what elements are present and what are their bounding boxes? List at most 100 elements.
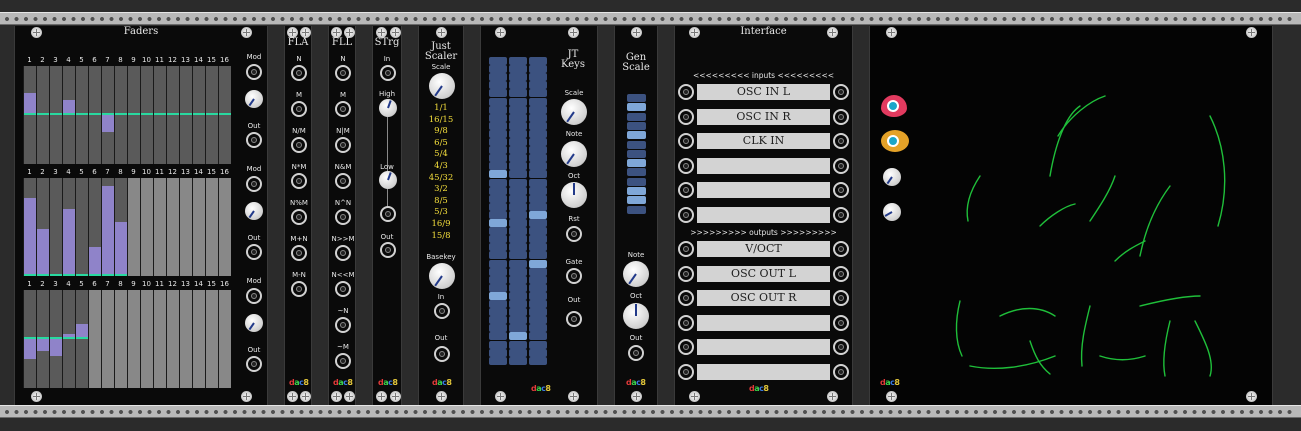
note-cell[interactable] xyxy=(489,227,507,236)
fader-bar[interactable] xyxy=(127,290,140,388)
note-cell[interactable] xyxy=(489,65,507,74)
fader-bar[interactable] xyxy=(101,66,114,164)
fader-bar[interactable] xyxy=(88,66,101,164)
mod-jack[interactable] xyxy=(246,288,262,304)
note-cell[interactable] xyxy=(509,202,527,211)
fader-bar[interactable] xyxy=(179,66,192,164)
fll-jack[interactable] xyxy=(335,353,351,369)
note-knob[interactable] xyxy=(623,261,649,287)
high-knob[interactable] xyxy=(379,99,397,117)
fader-bar[interactable] xyxy=(49,178,62,276)
note-cell[interactable] xyxy=(529,81,547,90)
note-cell[interactable] xyxy=(529,146,547,155)
note-cell[interactable] xyxy=(489,316,507,325)
fll-jack[interactable] xyxy=(335,281,351,297)
out-jack[interactable] xyxy=(246,132,262,148)
scale-cell[interactable] xyxy=(627,177,646,186)
inputs-left-jack[interactable] xyxy=(678,108,694,125)
note-cell[interactable] xyxy=(489,340,507,349)
note-cell[interactable] xyxy=(529,227,547,236)
reset-jack[interactable] xyxy=(566,226,582,242)
fader-bar[interactable] xyxy=(166,66,179,164)
note-cell[interactable] xyxy=(529,340,547,349)
fader-bar[interactable] xyxy=(140,66,153,164)
note-cell[interactable] xyxy=(509,340,527,349)
note-cell[interactable] xyxy=(489,210,507,219)
note-cell[interactable] xyxy=(489,73,507,82)
fader-bar[interactable] xyxy=(166,290,179,388)
note-cell[interactable] xyxy=(529,194,547,203)
out-jack[interactable] xyxy=(246,244,262,260)
note-cell[interactable] xyxy=(529,235,547,244)
note-cell[interactable] xyxy=(489,154,507,163)
fader-bar[interactable] xyxy=(23,178,36,276)
note-cell[interactable] xyxy=(489,324,507,333)
fader-bar[interactable] xyxy=(75,66,88,164)
gate-jack[interactable] xyxy=(566,268,582,284)
note-cell[interactable] xyxy=(529,356,547,365)
note-cell[interactable] xyxy=(529,251,547,260)
trigger-jack[interactable] xyxy=(380,206,396,222)
note-cell[interactable] xyxy=(529,186,547,195)
note-cell[interactable] xyxy=(489,81,507,90)
inputs-left-jack[interactable] xyxy=(678,157,694,174)
mod-knob[interactable] xyxy=(245,314,263,332)
note-cell[interactable] xyxy=(489,186,507,195)
note-cell[interactable] xyxy=(509,105,527,114)
fader-bar[interactable] xyxy=(101,178,114,276)
fader-bar[interactable] xyxy=(153,290,166,388)
note-cell[interactable] xyxy=(509,316,527,325)
note-cell[interactable] xyxy=(529,97,547,106)
outputs-right-jack[interactable] xyxy=(833,314,849,331)
scale-cell[interactable] xyxy=(627,187,646,195)
note-cell[interactable] xyxy=(529,332,547,341)
in-jack[interactable] xyxy=(380,65,396,81)
out-jack[interactable] xyxy=(434,346,450,362)
outputs-left-jack[interactable] xyxy=(678,241,694,257)
note-cell[interactable] xyxy=(509,251,527,260)
note-cell[interactable] xyxy=(509,162,527,171)
fader-bar[interactable] xyxy=(49,290,62,388)
small-knob[interactable] xyxy=(883,168,901,186)
fader-bar[interactable] xyxy=(36,66,49,164)
scale-cell[interactable] xyxy=(627,103,646,112)
fll-jack[interactable] xyxy=(335,209,351,225)
fll-jack[interactable] xyxy=(335,137,351,153)
fader-bar[interactable] xyxy=(62,290,75,388)
note-cell[interactable] xyxy=(529,202,547,211)
fll-jack[interactable] xyxy=(335,317,351,333)
note-cell[interactable] xyxy=(509,73,527,82)
note-cell[interactable] xyxy=(489,283,507,292)
fader-bar[interactable] xyxy=(75,178,88,276)
inputs-right-jack[interactable] xyxy=(833,157,849,174)
note-cell[interactable] xyxy=(489,300,507,308)
note-cell[interactable] xyxy=(489,275,507,284)
note-cell[interactable] xyxy=(489,219,507,227)
note-cell[interactable] xyxy=(509,89,527,98)
fader-bar[interactable] xyxy=(205,66,218,164)
fader-bar[interactable] xyxy=(140,178,153,276)
fader-bar[interactable] xyxy=(62,66,75,164)
scale-cell[interactable] xyxy=(627,112,646,121)
scale-cell[interactable] xyxy=(627,205,646,214)
note-cell[interactable] xyxy=(529,348,547,357)
note-cell[interactable] xyxy=(509,81,527,90)
note-cell[interactable] xyxy=(529,210,547,219)
low-knob[interactable] xyxy=(379,171,397,189)
note-cell[interactable] xyxy=(489,162,507,171)
note-cell[interactable] xyxy=(529,121,547,130)
note-cell[interactable] xyxy=(489,259,507,268)
fader-bar[interactable] xyxy=(179,290,192,388)
inputs-right-jack[interactable] xyxy=(833,133,849,149)
note-cell[interactable] xyxy=(529,275,547,284)
fader-bar[interactable] xyxy=(218,66,231,164)
fader-bar[interactable] xyxy=(75,290,88,388)
note-cell[interactable] xyxy=(489,57,507,65)
outputs-right-jack[interactable] xyxy=(833,363,849,380)
note-cell[interactable] xyxy=(509,57,527,65)
fll-jack[interactable] xyxy=(335,245,351,261)
note-cell[interactable] xyxy=(509,186,527,195)
note-cell[interactable] xyxy=(489,243,507,252)
fla-jack[interactable] xyxy=(291,137,307,153)
note-cell[interactable] xyxy=(529,162,547,171)
